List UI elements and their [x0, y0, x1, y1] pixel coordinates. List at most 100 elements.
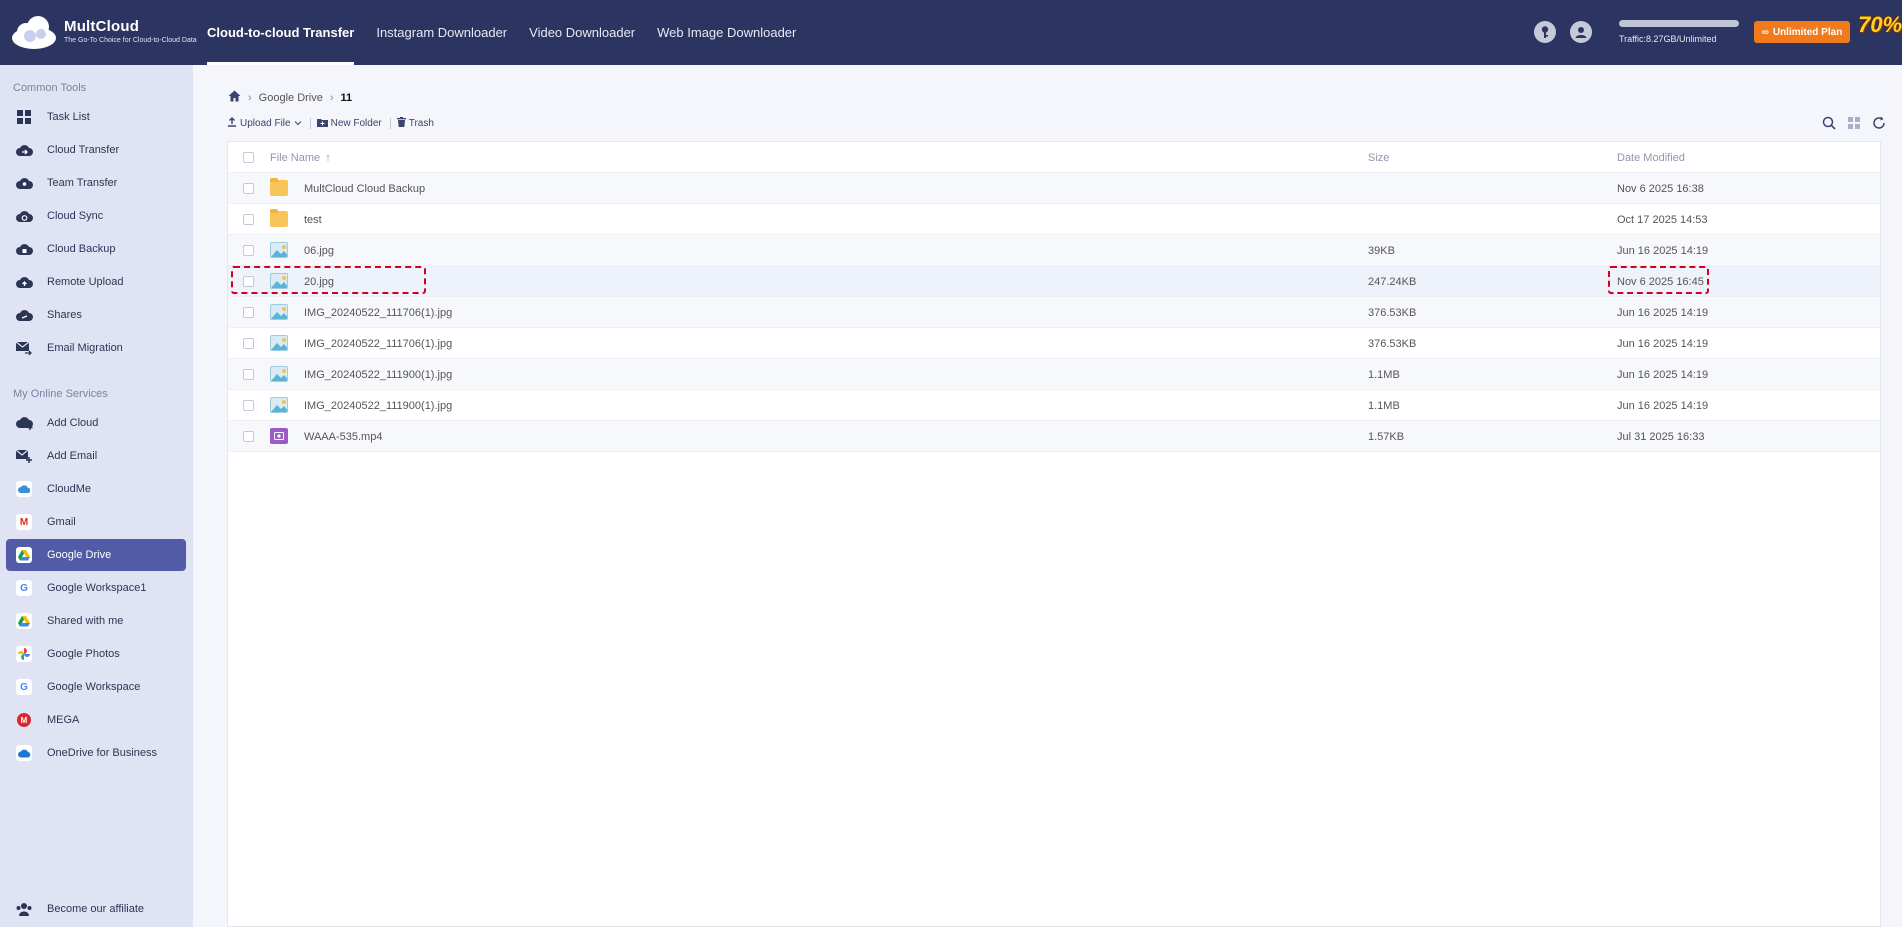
file-name[interactable]: test — [304, 214, 322, 226]
upload-file-button[interactable]: Upload File — [227, 117, 310, 130]
sidebar-item-email-migration[interactable]: Email Migration — [6, 332, 186, 364]
sidebar-item-label: Become our affiliate — [47, 903, 145, 915]
file-size: 376.53KB — [1368, 307, 1417, 319]
file-name[interactable]: IMG_20240522_111706(1).jpg — [304, 338, 452, 350]
refresh-icon[interactable] — [1871, 115, 1887, 131]
user-icon[interactable] — [1570, 21, 1592, 43]
sidebar-item-cloud-sync[interactable]: Cloud Sync — [6, 200, 186, 232]
sidebar-item-become-affiliate[interactable]: Become our affiliate — [6, 893, 186, 925]
nav-web-image-downloader[interactable]: Web Image Downloader — [646, 0, 807, 65]
sidebar-item-cloud-transfer[interactable]: Cloud Transfer — [6, 134, 186, 166]
trash-button[interactable]: Trash — [396, 117, 442, 130]
new-folder-button[interactable]: New Folder — [316, 118, 390, 130]
cloud-transfer-icon — [15, 141, 33, 159]
image-file-icon — [270, 397, 288, 413]
file-size: 376.53KB — [1368, 338, 1417, 350]
file-name[interactable]: 20.jpg — [304, 276, 334, 288]
add-cloud-icon — [15, 414, 33, 432]
common-tools-title: Common Tools — [13, 82, 87, 94]
table-row[interactable]: IMG_20240522_111900(1).jpg 1.1MB Jun 16 … — [228, 390, 1880, 421]
top-nav: Cloud-to-cloud Transfer Instagram Downlo… — [196, 0, 807, 65]
top-bar: MultCloud The Go-To Choice for Cloud-to-… — [0, 0, 1902, 65]
image-file-icon — [270, 304, 288, 320]
mega-icon: M — [15, 711, 33, 729]
nav-video-downloader[interactable]: Video Downloader — [518, 0, 646, 65]
home-icon[interactable] — [228, 90, 241, 105]
traffic-bar — [1619, 20, 1739, 27]
file-size: 1.1MB — [1368, 369, 1400, 381]
sidebar-item-google-workspace1[interactable]: G Google Workspace1 — [6, 572, 186, 604]
file-size: 247.24KB — [1368, 276, 1417, 288]
table-row[interactable]: 06.jpg 39KB Jun 16 2025 14:19 — [228, 235, 1880, 266]
row-checkbox[interactable] — [243, 245, 254, 256]
affiliate-icon — [15, 900, 33, 918]
row-checkbox[interactable] — [243, 307, 254, 318]
chevron-right-icon: › — [329, 91, 334, 104]
row-checkbox[interactable] — [243, 431, 254, 442]
my-online-services-title: My Online Services — [13, 388, 108, 400]
sidebar-item-shared-with-me[interactable]: Shared with me — [6, 605, 186, 637]
file-name-header[interactable]: File Name ↑ — [270, 152, 331, 164]
sidebar-item-label: Email Migration — [47, 342, 123, 354]
sidebar-item-task-list[interactable]: Task List — [6, 101, 186, 133]
row-checkbox[interactable] — [243, 400, 254, 411]
sidebar-item-google-drive[interactable]: Google Drive — [6, 539, 186, 571]
sidebar-item-shares[interactable]: Shares — [6, 299, 186, 331]
table-row-selected[interactable]: 20.jpg 247.24KB Nov 6 2025 16:45 — [228, 266, 1880, 297]
sidebar-item-cloudme[interactable]: CloudMe — [6, 473, 186, 505]
nav-cloud-to-cloud-transfer[interactable]: Cloud-to-cloud Transfer — [196, 0, 365, 65]
file-name[interactable]: MultCloud Cloud Backup — [304, 183, 425, 195]
new-folder-icon — [316, 118, 328, 130]
sidebar-item-add-cloud[interactable]: Add Cloud — [6, 407, 186, 439]
table-row[interactable]: MultCloud Cloud Backup Nov 6 2025 16:38 — [228, 173, 1880, 204]
nav-instagram-downloader[interactable]: Instagram Downloader — [365, 0, 518, 65]
size-header[interactable]: Size — [1368, 152, 1389, 164]
table-row[interactable]: IMG_20240522_111706(1).jpg 376.53KB Jun … — [228, 328, 1880, 359]
promo-badge[interactable]: 70% — [1858, 12, 1902, 46]
sidebar-item-label: Remote Upload — [47, 276, 124, 288]
sidebar-item-label: Google Drive — [47, 549, 112, 561]
row-checkbox[interactable] — [243, 214, 254, 225]
row-checkbox[interactable] — [243, 183, 254, 194]
sidebar-item-team-transfer[interactable]: Team Transfer — [6, 167, 186, 199]
table-row[interactable]: IMG_20240522_111900(1).jpg 1.1MB Jun 16 … — [228, 359, 1880, 390]
upload-file-label: Upload File — [240, 118, 291, 129]
team-transfer-icon — [15, 174, 33, 192]
sidebar-item-add-email[interactable]: Add Email — [6, 440, 186, 472]
file-name[interactable]: IMG_20240522_111900(1).jpg — [304, 400, 452, 412]
unlimited-plan-button[interactable]: ∞ Unlimited Plan — [1754, 21, 1850, 43]
grid-view-icon[interactable] — [1846, 115, 1862, 131]
row-checkbox[interactable] — [243, 276, 254, 287]
gmail-icon: M — [15, 513, 33, 531]
breadcrumb-google-drive[interactable]: Google Drive — [259, 92, 323, 104]
sidebar-item-remote-upload[interactable]: Remote Upload — [6, 266, 186, 298]
file-name[interactable]: IMG_20240522_111706(1).jpg — [304, 307, 452, 319]
image-file-icon — [270, 242, 288, 258]
file-name[interactable]: IMG_20240522_111900(1).jpg — [304, 369, 452, 381]
sidebar-item-label: Google Photos — [47, 648, 120, 660]
row-checkbox[interactable] — [243, 369, 254, 380]
search-icon[interactable] — [1821, 115, 1837, 131]
sidebar-item-mega[interactable]: M MEGA — [6, 704, 186, 736]
sidebar-item-gmail[interactable]: M Gmail — [6, 506, 186, 538]
file-name[interactable]: WAAA-535.mp4 — [304, 431, 382, 443]
sidebar-item-cloud-backup[interactable]: Cloud Backup — [6, 233, 186, 265]
task-list-icon — [15, 108, 33, 126]
row-checkbox[interactable] — [243, 338, 254, 349]
logo[interactable]: MultCloud The Go-To Choice for Cloud-to-… — [10, 14, 197, 50]
select-all-checkbox[interactable] — [243, 152, 254, 163]
file-size: 1.57KB — [1368, 431, 1405, 443]
table-row[interactable]: test Oct 17 2025 14:53 — [228, 204, 1880, 235]
date-modified-header[interactable]: Date Modified — [1617, 152, 1685, 164]
sidebar-item-google-workspace[interactable]: G Google Workspace — [6, 671, 186, 703]
sidebar-item-google-photos[interactable]: Google Photos — [6, 638, 186, 670]
sidebar-item-label: Google Workspace — [47, 681, 141, 693]
key-icon[interactable] — [1534, 21, 1556, 43]
sidebar: Common Tools Task List Cloud Transfer Te… — [0, 65, 193, 927]
table-row[interactable]: IMG_20240522_111706(1).jpg 376.53KB Jun … — [228, 297, 1880, 328]
sidebar-item-onedrive-for-business[interactable]: OneDrive for Business — [6, 737, 186, 769]
file-toolbar: Upload File New Folder Trash — [227, 117, 442, 130]
breadcrumb-current: 11 — [340, 91, 353, 104]
file-name[interactable]: 06.jpg — [304, 245, 334, 257]
table-row[interactable]: WAAA-535.mp4 1.57KB Jul 31 2025 16:33 — [228, 421, 1880, 452]
